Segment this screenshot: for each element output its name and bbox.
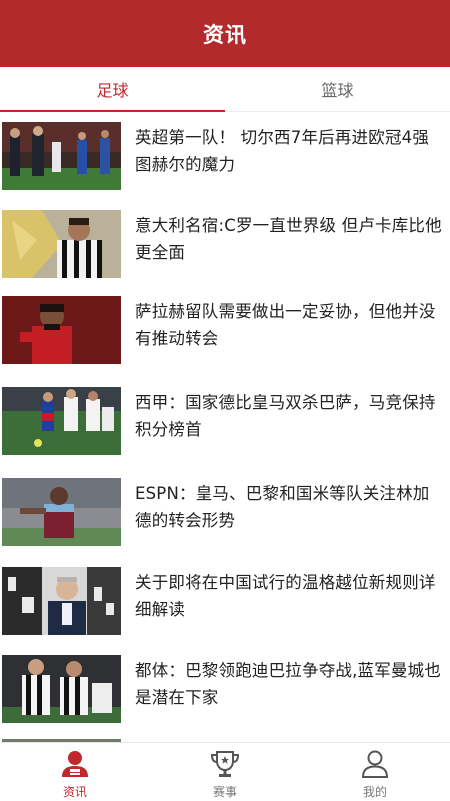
nav-matches[interactable]: 赛事 [150,743,300,801]
news-thumbnail [2,122,121,190]
news-headline: ESPN：皇马、巴黎和国米等队关注林加德的转会形势 [135,484,430,530]
news-thumbnail [2,387,121,455]
news-item[interactable]: 都体：巴黎领跑迪巴拉争夺战,蓝军曼城也是潜在下家 [0,655,450,727]
category-tabs: 足球 篮球 [0,67,450,112]
nav-label: 资讯 [62,785,87,799]
bottom-nav: 资讯 赛事 我的 [0,742,450,801]
news-item[interactable]: 英超第一队！ 切尔西7年后再进欧冠4强 图赫尔的魔力 [0,122,450,194]
nav-label: 赛事 [212,785,237,799]
news-item[interactable]: 关于即将在中国试行的温格越位新规则详细解读 [0,567,450,639]
trophy-icon [210,751,240,777]
news-headline: 关于即将在中国试行的温格越位新规则详细解读 [135,573,436,619]
news-item[interactable]: 意大利名宿:C罗一直世界级 但卢卡库比他更全面 [0,210,450,282]
news-icon [62,751,88,777]
user-icon [361,750,389,778]
page-title: 资讯 [203,22,247,47]
nav-label: 我的 [362,785,387,799]
news-thumbnail [2,210,121,278]
news-item[interactable]: 西甲：国家德比皇马双杀巴萨，马竞保持积分榜首 [0,387,450,459]
news-thumbnail [2,655,121,723]
tab-football[interactable]: 足球 [0,67,225,112]
news-headline: 都体：巴黎领跑迪巴拉争夺战,蓝军曼城也是潜在下家 [135,661,442,707]
news-thumbnail [2,478,121,546]
nav-profile[interactable]: 我的 [300,743,450,801]
tab-basketball[interactable]: 篮球 [225,67,450,111]
news-headline: 意大利名宿:C罗一直世界级 但卢卡库比他更全面 [135,216,442,262]
app-header: 资讯 [0,0,450,67]
news-thumbnail [2,567,121,635]
news-headline: 英超第一队！ 切尔西7年后再进欧冠4强 图赫尔的魔力 [135,128,430,174]
news-thumbnail [2,296,121,364]
news-list: 英超第一队！ 切尔西7年后再进欧冠4强 图赫尔的魔力 意大利名宿:C罗一直世界级… [0,112,450,742]
news-item[interactable]: 萨拉赫留队需要做出一定妥协，但他并没有推动转会 [0,296,450,368]
nav-news[interactable]: 资讯 [0,743,150,801]
news-headline: 萨拉赫留队需要做出一定妥协，但他并没有推动转会 [135,302,436,348]
news-headline: 西甲：国家德比皇马双杀巴萨，马竞保持积分榜首 [135,393,436,439]
news-item[interactable]: ESPN：皇马、巴黎和国米等队关注林加德的转会形势 [0,478,450,550]
